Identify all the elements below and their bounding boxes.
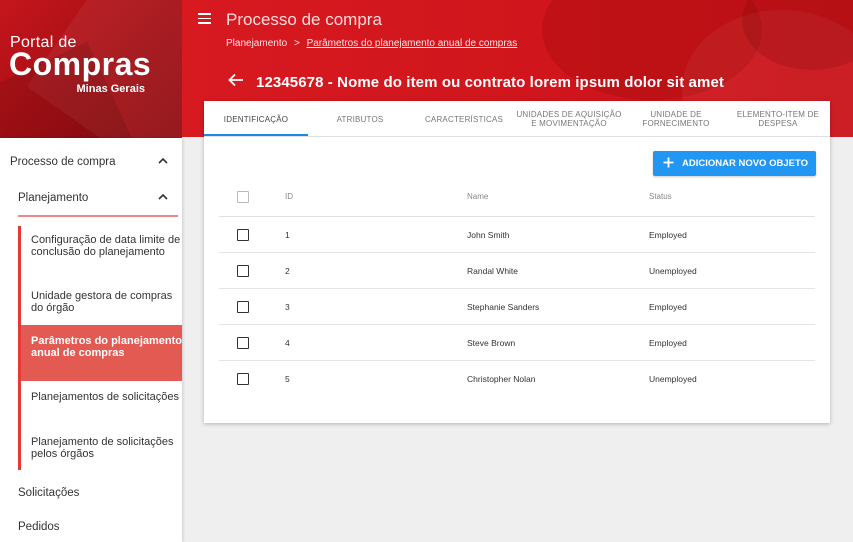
sidebar-subitem-planejamento-orgaos[interactable]: Planejamento de solicitações pelos órgão…: [21, 436, 182, 461]
tab-unidade-fornecimento[interactable]: UNIDADE DE FORNECIMENTO: [637, 101, 715, 137]
row-checkbox[interactable]: [237, 337, 249, 349]
sidebar-subitem-unidade-gestora[interactable]: Unidade gestora de compras do órgão: [21, 290, 182, 315]
sidebar-subitem-label: Planejamento de solicitações pelos órgão…: [31, 436, 174, 460]
cell-id: 4: [285, 338, 290, 348]
divider: [18, 215, 178, 217]
breadcrumb-root[interactable]: Planejamento: [226, 38, 287, 49]
column-header-name: Name: [467, 192, 489, 201]
planejamento-submenu: Configuração de data limite de conclusão…: [18, 226, 182, 470]
tab-label: IDENTIFICAÇÃO: [223, 114, 289, 124]
sidebar-item-label: Processo de compra: [10, 156, 116, 168]
cell-id: 1: [285, 230, 290, 240]
chevron-up-icon: [158, 157, 168, 164]
cell-status: Employed: [649, 230, 687, 240]
active-tab-indicator: [204, 134, 308, 136]
cell-name: John Smith: [467, 230, 510, 240]
logo-line-3: Minas Gerais: [76, 83, 145, 95]
cell-name: Steve Brown: [467, 338, 516, 348]
portal-logo[interactable]: Portal de Compras Minas Gerais: [0, 0, 182, 138]
sidebar-item-solicitacoes[interactable]: Solicitações: [18, 487, 182, 499]
cell-name: Stephanie Sanders: [467, 302, 540, 312]
table-header: ID Name Status: [219, 181, 815, 217]
cell-id: 3: [285, 302, 290, 312]
breadcrumb: Planejamento > Parâmetros do planejament…: [226, 38, 517, 49]
sidebar-item-label: Solicitações: [18, 487, 80, 499]
sidebar-subitem-planejamentos-solicitacoes[interactable]: Planejamentos de solicitações: [21, 391, 182, 416]
select-all-checkbox[interactable]: [237, 191, 249, 203]
row-checkbox[interactable]: [237, 229, 249, 241]
plus-icon: [663, 157, 674, 171]
cell-status: Unemployed: [649, 266, 697, 276]
cell-status: Employed: [649, 302, 687, 312]
cell-name: Randal White: [467, 266, 519, 276]
add-button-label: ADICIONAR NOVO OBJETO: [682, 158, 808, 169]
sidebar-nav: Processo de compra Planejamento Configur…: [0, 138, 182, 542]
sidebar-subitem-label: Configuração de data limite de conclusão…: [31, 234, 181, 258]
tab-elemento-item[interactable]: ELEMENTO-ITEM DE DESPESA: [726, 101, 830, 137]
table-row[interactable]: 2 Randal White Unemployed: [219, 253, 815, 289]
sidebar-subitem-label: Unidade gestora de compras do órgão: [31, 290, 173, 314]
sidebar-subitem-label: Parâmetros do planejamento anual de comp…: [31, 335, 182, 359]
item-title: 12345678 - Nome do item ou contrato lore…: [256, 74, 724, 91]
tab-atributos[interactable]: ATRIBUTOS: [308, 101, 412, 137]
table-row[interactable]: 5 Christopher Nolan Unemployed: [219, 361, 815, 397]
column-header-id: ID: [285, 192, 293, 201]
sidebar-item-planejamento[interactable]: Planejamento: [18, 192, 182, 204]
logo-line-2: Compras: [9, 46, 152, 82]
page-title: Processo de compra: [226, 10, 382, 29]
cell-id: 2: [285, 266, 290, 276]
tab-label: ATRIBUTOS: [336, 114, 384, 124]
sidebar-item-label: Pedidos: [18, 521, 60, 533]
tab-label: CARACTERÍSTICAS: [424, 114, 504, 124]
sidebar-subitem-config-data[interactable]: Configuração de data limite de conclusão…: [21, 234, 182, 271]
tab-label: UNIDADES DE AQUISIÇÃO E MOVIMENTAÇÃO: [516, 110, 622, 128]
cell-id: 5: [285, 374, 290, 384]
row-checkbox[interactable]: [237, 265, 249, 277]
breadcrumb-current[interactable]: Parâmetros do planejamento anual de comp…: [307, 38, 518, 49]
sidebar-item-processo[interactable]: Processo de compra: [10, 156, 182, 168]
row-checkbox[interactable]: [237, 373, 249, 385]
cell-status: Employed: [649, 338, 687, 348]
cell-name: Christopher Nolan: [467, 374, 536, 384]
tab-label: ELEMENTO-ITEM DE DESPESA: [736, 110, 820, 128]
sidebar-subitem-parametros[interactable]: Parâmetros do planejamento anual de comp…: [21, 325, 182, 381]
content-card: IDENTIFICAÇÃO ATRIBUTOS CARACTERÍSTICAS …: [204, 101, 830, 423]
table-row[interactable]: 3 Stephanie Sanders Employed: [219, 289, 815, 325]
hamburger-menu-icon[interactable]: [198, 13, 211, 27]
tab-identificacao[interactable]: IDENTIFICAÇÃO: [204, 101, 308, 137]
sidebar-subitem-label: Planejamentos de solicitações: [31, 391, 179, 403]
breadcrumb-separator: >: [293, 38, 300, 49]
tab-unidades-aquisicao[interactable]: UNIDADES DE AQUISIÇÃO E MOVIMENTAÇÃO: [516, 101, 622, 137]
table-row[interactable]: 1 John Smith Employed: [219, 217, 815, 253]
row-checkbox[interactable]: [237, 301, 249, 313]
chevron-up-icon: [158, 193, 168, 200]
back-arrow-icon[interactable]: [228, 73, 244, 92]
tab-bar: IDENTIFICAÇÃO ATRIBUTOS CARACTERÍSTICAS …: [204, 101, 830, 137]
sidebar-item-label: Planejamento: [18, 192, 89, 204]
tab-label: UNIDADE DE FORNECIMENTO: [642, 110, 710, 128]
add-new-object-button[interactable]: ADICIONAR NOVO OBJETO: [653, 151, 816, 176]
column-header-status: Status: [649, 192, 672, 201]
sidebar-item-pedidos[interactable]: Pedidos: [18, 521, 182, 533]
tab-caracteristicas[interactable]: CARACTERÍSTICAS: [412, 101, 516, 137]
table-row[interactable]: 4 Steve Brown Employed: [219, 325, 815, 361]
cell-status: Unemployed: [649, 374, 697, 384]
